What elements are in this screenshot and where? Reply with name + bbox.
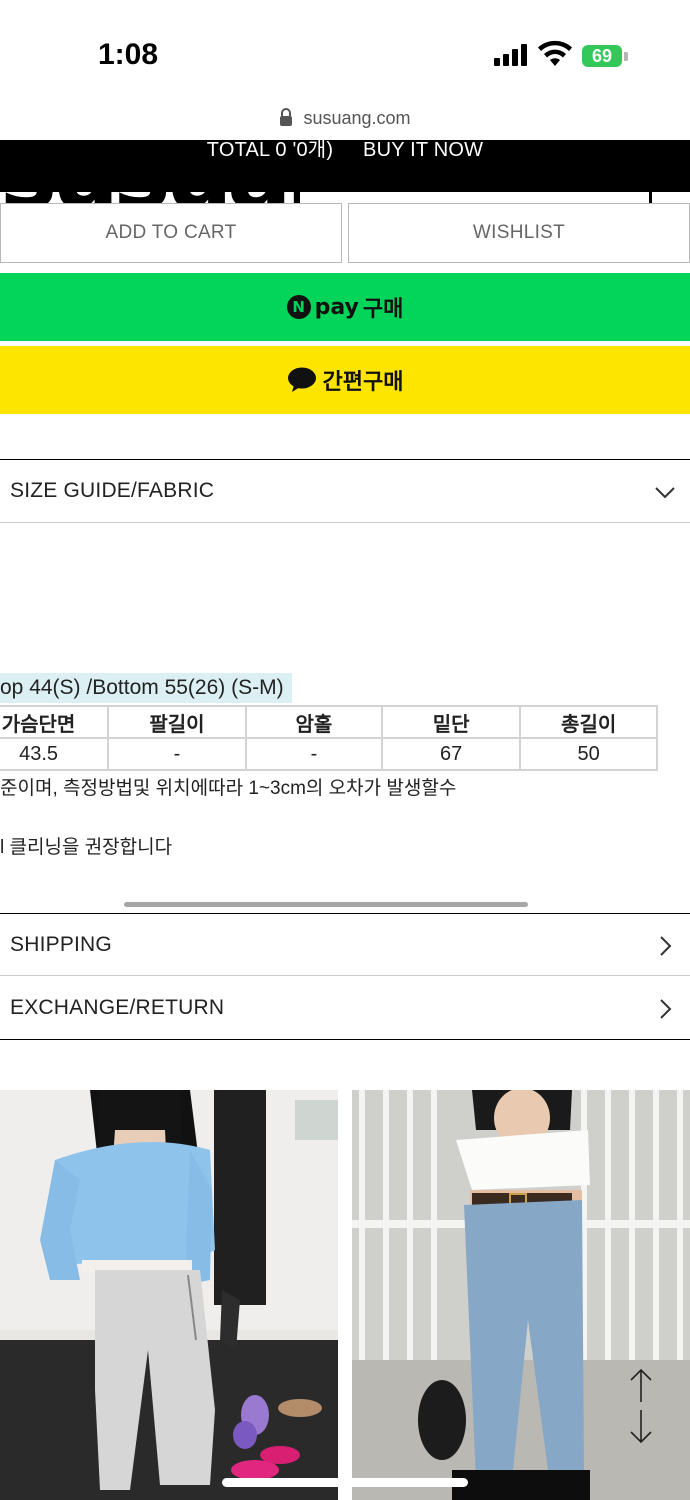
table-cell: 67	[380, 737, 522, 771]
add-to-cart-button[interactable]: ADD TO CART	[0, 203, 342, 263]
lock-icon	[280, 108, 293, 126]
speech-bubble-icon	[287, 367, 316, 392]
care-note: l 클리닝을 권장합니다	[0, 837, 173, 858]
naver-n-icon: N	[286, 295, 311, 319]
size-table: 가슴단면 팔길이 암홀 밑단 총길이 43.5 - - 67 50	[0, 705, 658, 771]
product-photo-left[interactable]	[0, 1090, 338, 1500]
size-guide-label: SIZE GUIDE/FABRIC	[10, 479, 215, 502]
size-guide-accordion[interactable]: SIZE GUIDE/FABRIC	[0, 459, 690, 523]
table-cell: -	[107, 737, 247, 771]
npay-label: 구매	[362, 296, 404, 321]
table-header: 밑단	[380, 705, 522, 739]
wifi-icon	[538, 40, 572, 66]
exchange-row[interactable]: EXCHANGE/RETURN	[0, 977, 690, 1039]
shipping-label: SHIPPING	[10, 933, 112, 956]
size-heading: op 44(S) /Bottom 55(26) (S-M)	[0, 673, 292, 703]
table-header: 가슴단면	[0, 705, 110, 739]
chevron-right-icon	[660, 936, 672, 956]
battery-cap	[624, 52, 628, 61]
url-text: susuang.com	[303, 108, 411, 128]
info-accordions: SHIPPING EXCHANGE/RETURN	[0, 913, 690, 1040]
table-cell: 50	[519, 737, 658, 771]
buy-now-link[interactable]: BUY IT NOW	[363, 140, 483, 161]
npay-buy-button[interactable]: N pay 구매	[0, 273, 690, 341]
exchange-label: EXCHANGE/RETURN	[10, 996, 225, 1019]
chevron-right-icon	[660, 999, 672, 1019]
horizontal-scrollbar[interactable]	[124, 902, 528, 907]
kakao-buy-button[interactable]: 간편구매	[0, 346, 690, 414]
npay-brand: pay	[314, 294, 359, 320]
chevron-down-icon	[655, 487, 675, 499]
status-time: 1:08	[98, 38, 159, 71]
table-header: 암홀	[244, 705, 383, 739]
table-header-row: 가슴단면 팔길이 암홀 밑단 총길이	[0, 705, 658, 739]
kakao-label: 간편구매	[322, 369, 404, 394]
table-cell: -	[244, 737, 383, 771]
table-header: 총길이	[519, 705, 658, 739]
status-bar: 1:08 69	[0, 0, 690, 108]
battery-icon: 69	[582, 45, 622, 67]
total-count: TOTAL 0 '0개)	[206, 140, 334, 161]
wishlist-button[interactable]: WISHLIST	[348, 203, 690, 263]
shipping-row[interactable]: SHIPPING	[0, 914, 690, 976]
cellular-signal-icon	[494, 44, 528, 66]
scroll-arrows-icon[interactable]	[628, 1368, 654, 1444]
table-row: 43.5 - - 67 50	[0, 737, 658, 771]
address-bar[interactable]: susuang.com	[0, 108, 690, 138]
size-note: 준이며, 측정방법및 위치에따라 1~3cm의 오차가 발생할수	[0, 778, 457, 799]
table-cell: 43.5	[0, 737, 110, 771]
table-header: 팔길이	[107, 705, 247, 739]
home-indicator[interactable]	[222, 1478, 468, 1487]
